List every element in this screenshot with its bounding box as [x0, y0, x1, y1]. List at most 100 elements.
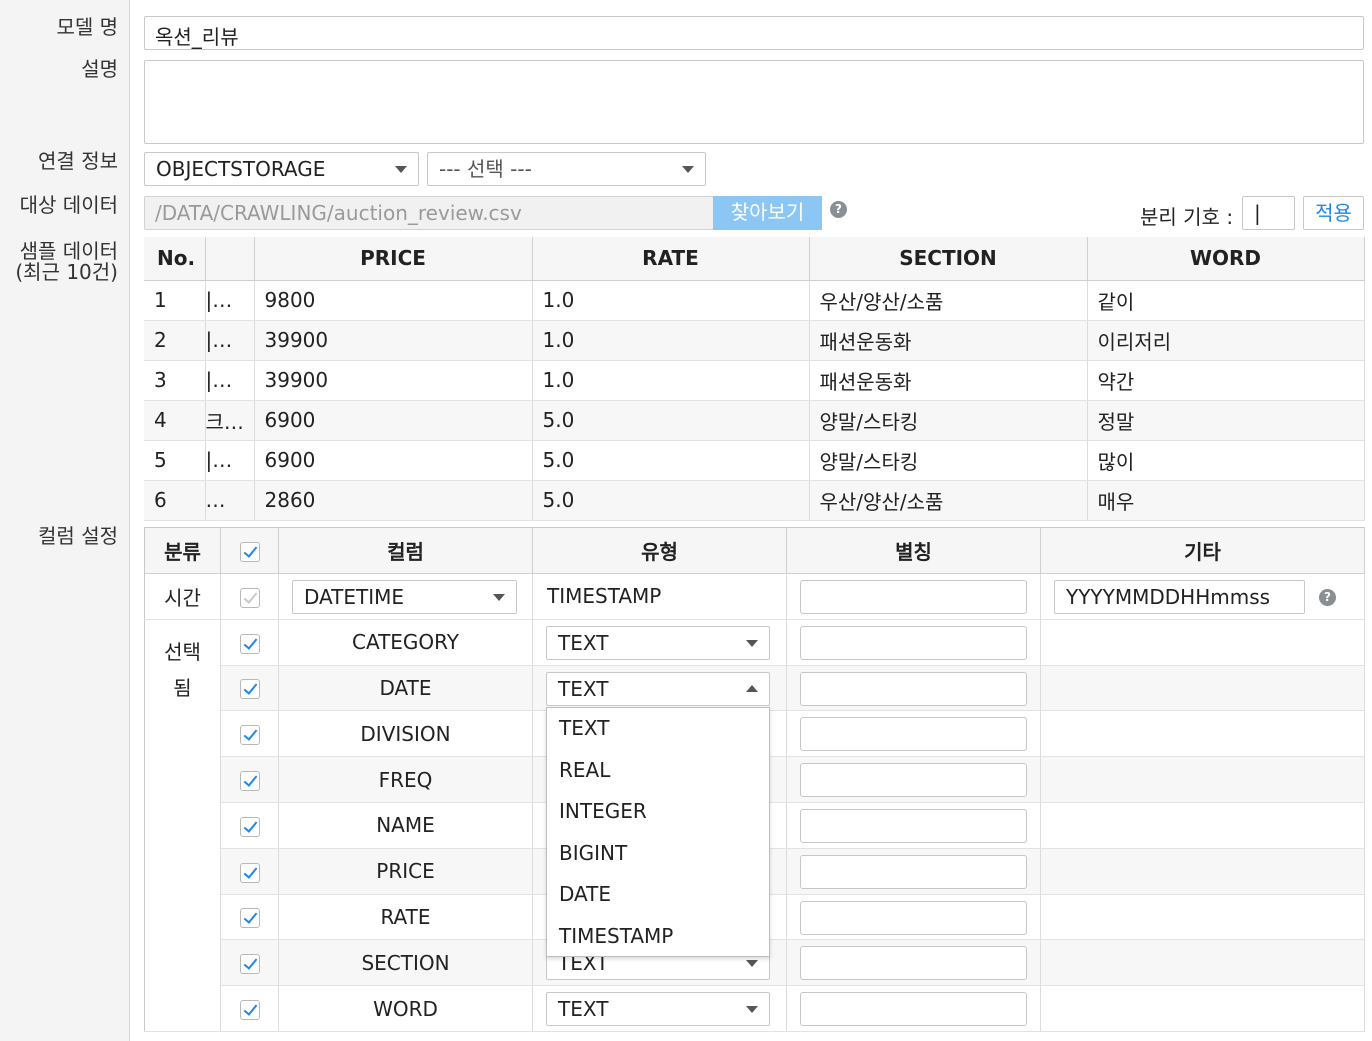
alias-input[interactable] [800, 763, 1027, 798]
column-name: PRICE [278, 848, 533, 895]
table-cell: 패션운동화 [809, 320, 1088, 361]
type-option-bigint[interactable]: BIGINT [547, 833, 769, 875]
description-label: 설명 [81, 57, 118, 81]
row-checkbox[interactable] [239, 908, 260, 929]
separator-label: 분리 기호 : [1140, 205, 1234, 229]
connection-select-value: --- 선택 --- [439, 157, 532, 181]
etc-cell [1040, 985, 1365, 1032]
help-icon[interactable]: ? [830, 201, 847, 218]
etc-cell [1040, 665, 1365, 712]
row-checkbox[interactable] [239, 1000, 260, 1021]
alias-input[interactable] [800, 946, 1027, 981]
type-option-integer[interactable]: INTEGER [547, 791, 769, 833]
alias-cell [786, 939, 1041, 987]
alias-input[interactable] [800, 717, 1027, 752]
alias-input[interactable] [800, 580, 1027, 614]
table-cell: 2860 [254, 480, 533, 521]
type-select[interactable]: TEXT [546, 992, 770, 1027]
table-cell: 2 [144, 320, 206, 361]
time-checkbox [239, 587, 260, 608]
time-column-select[interactable]: DATETIME [292, 580, 517, 614]
chevron-down-icon [395, 166, 407, 173]
chevron-down-icon [746, 1006, 758, 1014]
row-checkbox-cell [220, 619, 279, 666]
etc-cell [1040, 756, 1365, 803]
column-name: DATE [278, 665, 533, 712]
column-row: 선택 됨 CATEGORY TEXT [144, 619, 1365, 1032]
table-cell: 1 [144, 280, 206, 321]
type-option-date[interactable]: DATE [547, 874, 769, 916]
alias-cell [786, 710, 1041, 758]
table-cell: 패션운동화 [809, 360, 1088, 401]
etc-cell [1040, 802, 1365, 849]
help-icon[interactable]: ? [1319, 589, 1336, 606]
row-checkbox[interactable] [239, 862, 260, 883]
alias-cell [786, 985, 1041, 1032]
chevron-down-icon [746, 960, 758, 968]
model-name-input[interactable]: 옥션_리뷰 [144, 16, 1364, 50]
separator-input[interactable]: | [1242, 196, 1295, 230]
column-row: WORD TEXT [145, 985, 1365, 1032]
table-cell: 3 [144, 360, 206, 401]
table-cell: 양말/스타킹 [809, 400, 1088, 441]
header-etc: 기타 [1040, 527, 1365, 574]
table-row: 3 |… 39900 1.0 패션운동화 약간 [144, 360, 1365, 401]
row-checkbox[interactable] [239, 954, 260, 975]
time-column-value: DATETIME [304, 585, 405, 609]
alias-input[interactable] [800, 992, 1027, 1027]
column-name: RATE [278, 894, 533, 941]
row-checkbox-cell [220, 939, 279, 987]
etc-cell [1040, 848, 1365, 895]
target-path-value: /DATA/CRAWLING/auction_review.csv [155, 201, 522, 225]
table-row: 1 |… 9800 1.0 우산/양산/소품 같이 [144, 280, 1365, 321]
storage-select[interactable]: OBJECTSTORAGE [144, 152, 419, 186]
type-option-timestamp[interactable]: TIMESTAMP [547, 916, 769, 958]
selected-group-cell: 선택 됨 [144, 619, 221, 1032]
connection-select[interactable]: --- 선택 --- [427, 152, 706, 186]
row-checkbox[interactable] [239, 725, 260, 746]
browse-button[interactable]: 찾아보기 [713, 196, 822, 230]
row-checkbox[interactable] [239, 816, 260, 837]
header-select-all[interactable] [220, 527, 279, 574]
alias-input[interactable] [800, 671, 1027, 706]
table-cell: 매우 [1087, 480, 1365, 521]
alias-input[interactable] [800, 854, 1027, 889]
sample-header-rate: RATE [532, 237, 810, 281]
table-cell: 6900 [254, 400, 533, 441]
apply-button[interactable]: 적용 [1303, 196, 1364, 230]
sample-header-section: SECTION [809, 237, 1088, 281]
header-category: 분류 [144, 527, 221, 574]
column-name: CATEGORY [278, 619, 533, 666]
target-path-input[interactable]: /DATA/CRAWLING/auction_review.csv [144, 196, 714, 230]
table-cell: |… [205, 440, 255, 481]
table-cell: |… [205, 320, 255, 361]
type-select-open[interactable]: TEXT [546, 671, 770, 706]
alias-input[interactable] [800, 625, 1027, 660]
alias-input[interactable] [800, 808, 1027, 843]
table-cell: 정말 [1087, 400, 1365, 441]
chevron-up-icon [746, 684, 758, 692]
column-name: FREQ [278, 756, 533, 803]
row-checkbox-cell [220, 665, 279, 712]
alias-input[interactable] [800, 900, 1027, 935]
sample-header-price: PRICE [254, 237, 533, 281]
table-cell: 약간 [1087, 360, 1365, 401]
table-cell: 6 [144, 480, 206, 521]
header-type: 유형 [532, 527, 787, 574]
row-checkbox[interactable] [239, 771, 260, 792]
table-cell: 많이 [1087, 440, 1365, 481]
table-cell: 우산/양산/소품 [809, 280, 1088, 321]
row-checkbox[interactable] [239, 679, 260, 700]
etc-cell [1040, 894, 1365, 941]
select-all-checkbox[interactable] [239, 542, 260, 562]
chevron-down-icon [746, 639, 758, 647]
row-checkbox[interactable] [239, 633, 260, 654]
alias-cell [786, 756, 1041, 803]
table-cell: 5.0 [532, 400, 810, 441]
description-textarea[interactable] [144, 60, 1364, 144]
table-cell: 5.0 [532, 480, 810, 521]
time-format-input[interactable]: YYYYMMDDHHmmss [1054, 580, 1305, 614]
type-select[interactable]: TEXT [546, 625, 770, 660]
type-option-text[interactable]: TEXT [547, 708, 769, 750]
type-option-real[interactable]: REAL [547, 750, 769, 792]
